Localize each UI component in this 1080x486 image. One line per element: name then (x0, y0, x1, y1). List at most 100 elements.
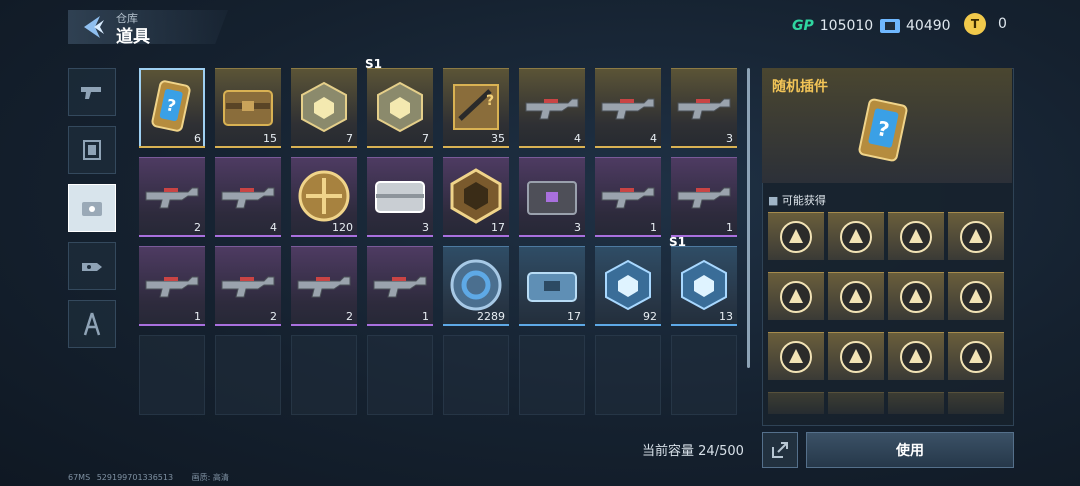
tab-weapons[interactable] (68, 68, 116, 116)
inventory-slot[interactable]: 1 (367, 246, 433, 326)
coin-icon (298, 170, 350, 222)
gold-amount: 0 (998, 16, 1007, 32)
rifle-icon (221, 187, 275, 209)
item-count: 3 (422, 221, 429, 234)
item-count: 1 (650, 221, 657, 234)
inventory-slot[interactable]: S1 7 (365, 57, 433, 148)
inventory-slot[interactable]: 2 (215, 246, 281, 326)
inventory-slot[interactable]: 4 (595, 68, 661, 148)
item-count: 35 (491, 132, 505, 145)
inventory-slot[interactable]: ? 35 (443, 68, 509, 148)
plugin-crosshair-icon (840, 281, 872, 313)
reward-slot[interactable] (828, 332, 884, 380)
reward-slot-partial (768, 392, 824, 414)
grid-scrollbar[interactable] (747, 68, 750, 368)
use-button[interactable]: 使用 (806, 432, 1014, 468)
inventory-slot[interactable]: 3 (519, 157, 585, 237)
back-arrow-icon[interactable] (80, 14, 106, 40)
reward-slot[interactable] (768, 212, 824, 260)
reward-slot[interactable] (768, 272, 824, 320)
inventory-slot[interactable]: 2289 (443, 246, 509, 326)
cube-blue-icon (605, 259, 651, 311)
item-count: 2 (270, 310, 277, 323)
plugin-target-icon (840, 221, 872, 253)
rifle-icon (145, 276, 199, 298)
cube-icon (301, 81, 347, 133)
inventory-slot[interactable]: 2 (291, 246, 357, 326)
plugin-shield-icon (960, 341, 992, 373)
page-title: 道具 (116, 27, 150, 47)
inventory-slot[interactable]: 3 (671, 68, 737, 148)
reward-slot[interactable] (888, 272, 944, 320)
cube-icon (377, 81, 423, 133)
inventory-slot[interactable]: 1 (671, 157, 737, 237)
ticket-currency-icon (880, 19, 900, 33)
reward-slot[interactable] (948, 272, 1004, 320)
plugin-ammo-icon (900, 341, 932, 373)
tab-gear[interactable] (68, 126, 116, 174)
empty-slot (139, 335, 205, 415)
tab-equipment[interactable] (68, 242, 116, 290)
reward-slot[interactable] (768, 332, 824, 380)
ring-coin-icon (450, 259, 502, 311)
item-count: 1 (726, 221, 733, 234)
status-bar: 67MS 529199701336513 画质: 高清 (68, 472, 229, 483)
item-count: 1 (194, 310, 201, 323)
reward-slot[interactable] (888, 212, 944, 260)
reward-slot[interactable] (888, 332, 944, 380)
gp-currency-icon: GP (792, 18, 814, 34)
inventory-slot[interactable]: 1 (139, 246, 205, 326)
plugin-wings-icon (780, 221, 812, 253)
tab-items[interactable] (68, 184, 116, 232)
reward-slot[interactable] (948, 212, 1004, 260)
item-count: 2 (346, 310, 353, 323)
plugin-up-icon (780, 281, 812, 313)
inventory-slot[interactable]: 4 (215, 157, 281, 237)
inventory-slot[interactable]: 4 (519, 68, 585, 148)
rifle-icon (601, 98, 655, 120)
item-count: 1 (422, 310, 429, 323)
reward-slot[interactable] (828, 212, 884, 260)
items-icon (82, 202, 102, 216)
ticket-amount: 40490 (906, 18, 951, 34)
crate-dark-icon (527, 181, 577, 215)
gp-currency: GP 105010 (792, 16, 873, 36)
inventory-slot[interactable]: 17 (519, 246, 585, 326)
inventory-slot[interactable]: 7 (291, 68, 357, 148)
share-button[interactable] (762, 432, 798, 468)
reward-slot[interactable] (828, 272, 884, 320)
module-icon (83, 140, 101, 160)
gold-currency: T 0 (964, 13, 1007, 35)
rifle-icon (677, 98, 731, 120)
inventory-slot[interactable]: 3 (367, 157, 433, 237)
item-count: 15 (263, 132, 277, 145)
inventory-slot[interactable]: 120 (291, 157, 357, 237)
figure-icon (83, 312, 101, 336)
rifle-icon (221, 276, 275, 298)
gold-currency-icon: T (964, 13, 986, 35)
item-count: 7 (346, 132, 353, 145)
pistol-icon (81, 87, 101, 99)
reward-slot-partial (828, 392, 884, 414)
cube-blue-icon (681, 259, 727, 311)
rifle-icon (373, 276, 427, 298)
inventory-slot[interactable]: ? 6 (139, 68, 205, 148)
mystery-weapon-icon: ? (453, 84, 499, 130)
capacity-value: 24/500 (698, 444, 744, 459)
season-tag: S1 (365, 57, 382, 71)
inventory-slot[interactable]: 17 (443, 157, 509, 237)
inventory-slot[interactable]: 15 (215, 68, 281, 148)
inventory-slot[interactable]: 92 (595, 246, 661, 326)
ping-value: 67MS (68, 473, 91, 482)
inventory-slot[interactable]: 2 (139, 157, 205, 237)
inventory-slot[interactable]: 1 (595, 157, 661, 237)
rifle-icon (145, 187, 199, 209)
tab-appearance[interactable] (68, 300, 116, 348)
empty-slot (595, 335, 661, 415)
inventory-slot[interactable]: S1 13 (669, 235, 737, 326)
possible-rewards-label: 可能获得 (781, 194, 826, 207)
reward-slot[interactable] (948, 332, 1004, 380)
reward-slot-partial (888, 392, 944, 414)
rifle-icon (525, 98, 579, 120)
gadget-icon (82, 263, 102, 271)
